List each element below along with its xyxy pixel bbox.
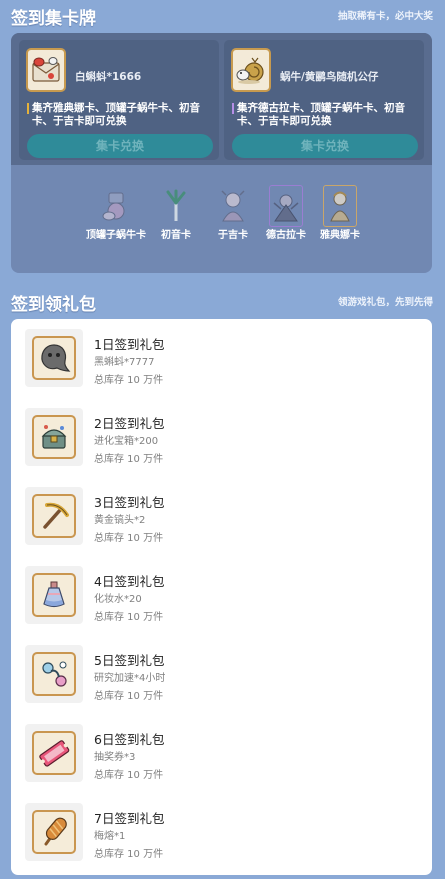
reward-name: 蜗牛/黄鹂鸟随机公仔 — [280, 71, 379, 83]
lottery-ticket-icon — [32, 731, 76, 775]
popsicle-icon — [32, 810, 76, 854]
exchange-button[interactable]: 集卡兑换 — [27, 134, 213, 158]
gift-item: 化妆水*20 — [94, 594, 142, 605]
gift-stock: 总库存 10 万件 — [94, 849, 164, 860]
gift-row-day3[interactable]: 3日签到礼包 黄金镐头*2 总库存 10 万件 — [11, 477, 432, 556]
gift-icon-frame — [25, 329, 83, 387]
reward-card-snail-doll: 蜗牛/黄鹂鸟随机公仔 集齐德古拉卡、顶罐子蜗牛卡、初音卡、于吉卡即可兑换 集卡兑… — [224, 40, 424, 160]
card-label: 初音卡 — [161, 230, 191, 241]
gift-title: 5日签到礼包 — [94, 653, 165, 668]
gift-row-day4[interactable]: 4日签到礼包 化妆水*20 总库存 10 万件 — [11, 556, 432, 635]
gift-icon-frame — [25, 724, 83, 782]
card-miku[interactable]: 初音卡 — [146, 185, 206, 242]
reward-description-text: 集齐德古拉卡、顶罐子蜗牛卡、初音卡、于吉卡即可兑换 — [237, 102, 405, 127]
reward-description-text: 集齐雅典娜卡、顶罐子蜗牛卡、初音卡、于吉卡即可兑换 — [32, 102, 200, 127]
gift-item: 黑蝌蚪*7777 — [94, 357, 155, 368]
gift-list: 1日签到礼包 黑蝌蚪*7777 总库存 10 万件 2日签到礼包 进化宝箱*20… — [11, 319, 432, 875]
snail-doll-icon — [231, 48, 271, 92]
mail-bundle-icon — [26, 48, 66, 92]
gift-item: 梅熔*1 — [94, 831, 126, 842]
exchange-button[interactable]: 集卡兑换 — [232, 134, 418, 158]
gift-row-day5[interactable]: 5日签到礼包 研究加速*4小时 总库存 10 万件 — [11, 635, 432, 714]
gift-title: 6日签到礼包 — [94, 732, 165, 747]
accent-bar — [27, 103, 29, 114]
gift-section-title: 签到领礼包 — [11, 295, 96, 315]
gift-icon-frame — [25, 803, 83, 861]
potion-bottle-icon — [32, 573, 76, 617]
black-tadpole-icon — [32, 336, 76, 380]
gift-row-day1[interactable]: 1日签到礼包 黑蝌蚪*7777 总库存 10 万件 — [11, 319, 432, 398]
yuji-card-icon — [216, 185, 250, 227]
research-speedup-icon — [32, 652, 76, 696]
card-label: 德古拉卡 — [266, 230, 306, 241]
gift-row-day2[interactable]: 2日签到礼包 进化宝箱*200 总库存 10 万件 — [11, 398, 432, 477]
card-dracula[interactable]: 德古拉卡 — [256, 185, 316, 242]
gift-icon-frame — [25, 408, 83, 466]
card-label: 于吉卡 — [218, 230, 248, 241]
exchange-rewards-area: 白蝌蚪*1666 集齐雅典娜卡、顶罐子蜗牛卡、初音卡、于吉卡即可兑换 集卡兑换 … — [11, 33, 432, 165]
card-athena[interactable]: 雅典娜卡 — [310, 185, 370, 242]
gift-title: 2日签到礼包 — [94, 416, 165, 431]
reward-card-mail-bundle: 白蝌蚪*1666 集齐雅典娜卡、顶罐子蜗牛卡、初音卡、于吉卡即可兑换 集卡兑换 — [19, 40, 219, 160]
reward-description: 集齐德古拉卡、顶罐子蜗牛卡、初音卡、于吉卡即可兑换 — [232, 102, 418, 128]
treasure-chest-icon — [32, 415, 76, 459]
collect-section-subtitle: 抽取稀有卡，必中大奖 — [337, 11, 433, 22]
gift-icon-frame — [25, 487, 83, 545]
gift-item: 抽奖券*3 — [94, 752, 136, 763]
gift-title: 3日签到礼包 — [94, 495, 165, 510]
gift-section-subtitle: 领游戏礼包，先到先得 — [337, 297, 433, 308]
accent-bar — [232, 103, 234, 114]
gift-title: 4日签到礼包 — [94, 574, 165, 589]
gift-stock: 总库存 10 万件 — [94, 375, 164, 386]
gift-title: 1日签到礼包 — [94, 337, 165, 352]
reward-name: 白蝌蚪*1666 — [75, 71, 142, 83]
gift-title: 7日签到礼包 — [94, 811, 165, 826]
gift-icon-frame — [25, 645, 83, 703]
gift-stock: 总库存 10 万件 — [94, 612, 164, 623]
collect-section-header: 签到集卡牌 抽取稀有卡，必中大奖 — [0, 4, 445, 34]
gift-stock: 总库存 10 万件 — [94, 454, 164, 465]
collectible-cards-row: 顶罐子蜗牛卡 初音卡 于吉卡 德古拉卡 雅典娜卡 — [11, 185, 432, 265]
gift-section-header: 签到领礼包 领游戏礼包，先到先得 — [0, 290, 445, 320]
gift-icon-frame — [25, 566, 83, 624]
gift-row-day6[interactable]: 6日签到礼包 抽奖券*3 总库存 10 万件 — [11, 714, 432, 793]
pickaxe-icon — [32, 494, 76, 538]
card-collection-panel: 白蝌蚪*1666 集齐雅典娜卡、顶罐子蜗牛卡、初音卡、于吉卡即可兑换 集卡兑换 … — [11, 33, 432, 273]
gift-item: 黄金镐头*2 — [94, 515, 146, 526]
leek-card-icon — [159, 185, 193, 227]
dracula-card-icon — [269, 185, 303, 227]
gift-stock: 总库存 10 万件 — [94, 770, 164, 781]
gift-item: 进化宝箱*200 — [94, 436, 159, 447]
card-label: 顶罐子蜗牛卡 — [86, 230, 146, 241]
athena-card-icon — [323, 185, 357, 227]
gift-stock: 总库存 10 万件 — [94, 691, 164, 702]
card-label: 雅典娜卡 — [320, 230, 360, 241]
gift-item: 研究加速*4小时 — [94, 673, 166, 684]
gift-row-day7[interactable]: 7日签到礼包 梅熔*1 总库存 10 万件 — [11, 793, 432, 872]
card-snail-jar[interactable]: 顶罐子蜗牛卡 — [86, 185, 146, 242]
card-yuji[interactable]: 于吉卡 — [203, 185, 263, 242]
collect-section-title: 签到集卡牌 — [11, 9, 96, 29]
reward-description: 集齐雅典娜卡、顶罐子蜗牛卡、初音卡、于吉卡即可兑换 — [27, 102, 213, 128]
snail-jar-card-icon — [99, 185, 133, 227]
gift-stock: 总库存 10 万件 — [94, 533, 164, 544]
